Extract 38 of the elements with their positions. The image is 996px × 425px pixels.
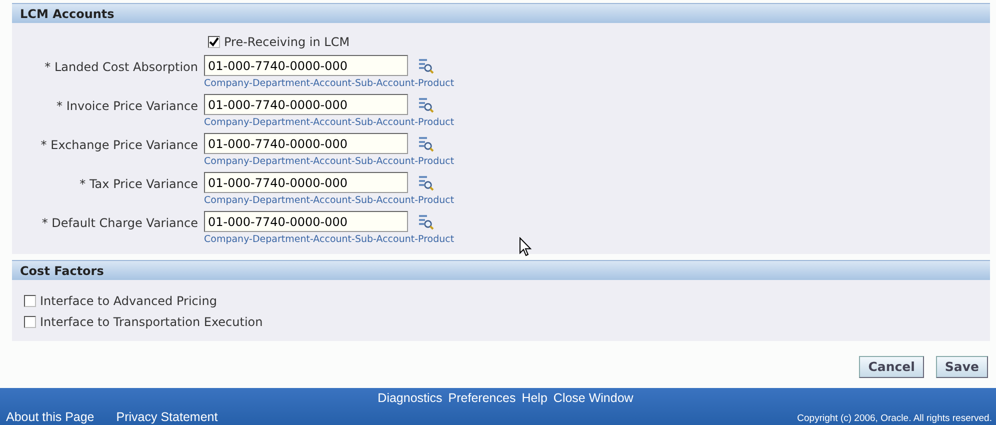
action-button[interactable]: Cancel bbox=[859, 356, 924, 378]
section-header: LCM Accounts bbox=[12, 3, 990, 23]
field-label: * Exchange Price Variance bbox=[40, 137, 199, 154]
account-field[interactable]: 01-000-7740-0000-000 bbox=[204, 172, 408, 193]
footer-link[interactable]: Diagnostics bbox=[378, 389, 442, 408]
account-field[interactable]: 01-000-7740-0000-000 bbox=[204, 94, 408, 115]
checkbox[interactable] bbox=[24, 316, 36, 328]
checkbox-label: Pre-Receiving in LCM bbox=[224, 34, 350, 51]
search-icon[interactable] bbox=[418, 214, 434, 230]
search-icon[interactable] bbox=[418, 58, 434, 74]
footer-link[interactable]: Preferences bbox=[448, 389, 516, 408]
field-hint: Company-Department-Account-Sub-Account-Product bbox=[204, 234, 454, 246]
account-field[interactable]: 01-000-7740-0000-000 bbox=[204, 133, 408, 154]
footer-link[interactable]: Close Window bbox=[553, 389, 634, 408]
account-field[interactable]: 01-000-7740-0000-000 bbox=[204, 55, 408, 76]
footer-link[interactable]: Privacy Statement bbox=[116, 408, 218, 425]
account-field[interactable]: 01-000-7740-0000-000 bbox=[204, 211, 408, 232]
checkbox[interactable] bbox=[24, 295, 36, 307]
field-hint: Company-Department-Account-Sub-Account-Product bbox=[204, 117, 454, 129]
field-label: * Invoice Price Variance bbox=[56, 98, 199, 115]
search-icon[interactable] bbox=[418, 136, 434, 152]
checkbox[interactable] bbox=[208, 36, 220, 48]
action-button[interactable]: Save bbox=[936, 356, 988, 378]
field-hint: Company-Department-Account-Sub-Account-Product bbox=[204, 195, 454, 207]
checkbox-label: Interface to Transportation Execution bbox=[40, 314, 263, 331]
footer-link[interactable]: Help bbox=[522, 389, 548, 408]
copyright-text: Copyright (c) 2006, Oracle. All rights reserved. bbox=[797, 412, 992, 425]
checkbox-label: Interface to Advanced Pricing bbox=[40, 293, 217, 310]
search-icon[interactable] bbox=[418, 96, 434, 112]
field-hint: Company-Department-Account-Sub-Account-Product bbox=[204, 156, 454, 168]
footer-link[interactable]: About this Page bbox=[6, 408, 94, 425]
field-label: * Landed Cost Absorption bbox=[44, 59, 199, 76]
field-hint: Company-Department-Account-Sub-Account-Product bbox=[204, 78, 454, 90]
field-label: * Default Charge Variance bbox=[40, 215, 199, 232]
search-icon[interactable] bbox=[418, 174, 434, 190]
cursor-icon bbox=[519, 237, 532, 257]
section-header: Cost Factors bbox=[12, 260, 990, 280]
field-label: * Tax Price Variance bbox=[78, 176, 199, 193]
